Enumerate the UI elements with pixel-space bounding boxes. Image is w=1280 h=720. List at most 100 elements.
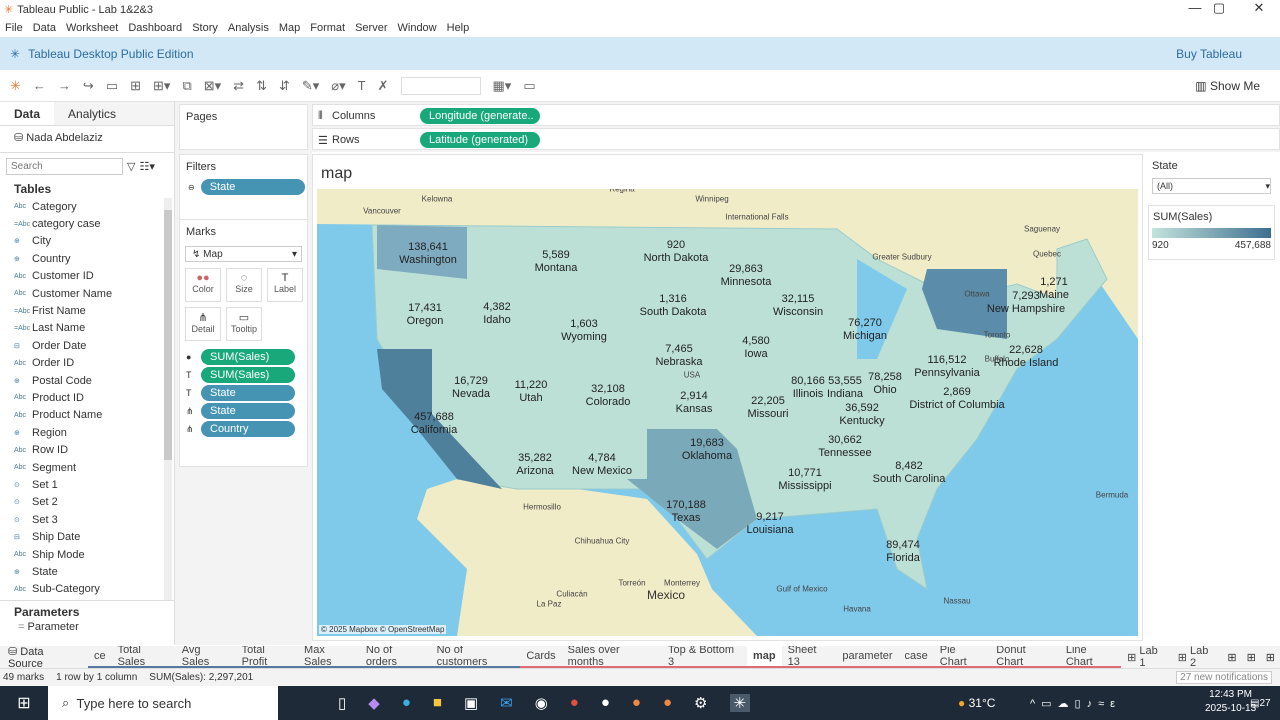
- duplicate-icon[interactable]: ⧉: [182, 78, 191, 94]
- settings-icon[interactable]: ⚙: [694, 694, 707, 712]
- state-label[interactable]: 78,258 Ohio: [868, 371, 902, 397]
- menu-file[interactable]: File: [0, 22, 28, 34]
- tab-analytics[interactable]: Analytics: [54, 102, 174, 125]
- state-label[interactable]: 11,220 Utah: [515, 379, 548, 405]
- state-label[interactable]: 2,914 Kansas: [676, 390, 713, 416]
- field-item[interactable]: ⊙ Set 2: [0, 494, 163, 511]
- columns-shelf[interactable]: ⦀ Columns Longitude (generate..: [312, 104, 1280, 126]
- state-label[interactable]: 1,271 Maine: [1039, 276, 1069, 302]
- menu-data[interactable]: Data: [28, 22, 61, 34]
- field-item[interactable]: Abc Customer ID: [0, 268, 163, 285]
- maximize-button[interactable]: ▢: [1199, 0, 1239, 16]
- copilot-icon[interactable]: ◆: [368, 694, 380, 712]
- data-source-item[interactable]: ⛁ Nada Abdelaziz: [0, 126, 174, 152]
- state-label[interactable]: 35,282 Arizona: [516, 452, 553, 478]
- filter-pill-state[interactable]: State: [200, 179, 305, 195]
- replay-icon[interactable]: ↪: [83, 78, 94, 94]
- field-item[interactable]: ⊕ Region: [0, 424, 163, 441]
- sheet-tab[interactable]: case: [898, 646, 934, 668]
- state-label[interactable]: 53,555 Indiana: [827, 375, 863, 401]
- state-label[interactable]: 76,270 Michigan: [843, 317, 887, 343]
- file-explorer-icon[interactable]: ■: [433, 694, 442, 712]
- data-source-tab[interactable]: ⛁ Data Source: [0, 646, 88, 668]
- sort-desc-icon[interactable]: ⇵: [279, 78, 290, 94]
- mark-pill[interactable]: SUM(Sales): [201, 349, 295, 365]
- map-view[interactable]: Mexico 138,641 Washington 5,589 Montana 920 N…: [317, 189, 1138, 636]
- undo-icon[interactable]: ←: [33, 78, 46, 93]
- state-label[interactable]: 19,683 Oklahoma: [682, 437, 732, 463]
- taskbar-search[interactable]: ⌕ Type here to search: [48, 686, 278, 720]
- state-label[interactable]: 1,603 Wyoming: [561, 318, 607, 344]
- add-datasource-icon[interactable]: ⊞: [130, 78, 141, 94]
- notifications-badge[interactable]: 27 new notifications: [1176, 671, 1272, 684]
- field-item[interactable]: Abc Order ID: [0, 355, 163, 372]
- mark-pill[interactable]: State: [201, 385, 295, 401]
- state-label[interactable]: 1,316 South Dakota: [640, 293, 707, 319]
- state-label[interactable]: 30,662 Tennessee: [818, 434, 871, 460]
- sheet-tab[interactable]: Pie Chart: [933, 646, 991, 668]
- filter-icon[interactable]: ▽: [127, 160, 135, 173]
- menu-story[interactable]: Story: [187, 22, 223, 34]
- sheet-tab[interactable]: parameter: [836, 646, 899, 668]
- field-item[interactable]: Abc Product Name: [0, 407, 163, 424]
- fix-axes-icon[interactable]: ✗: [378, 78, 389, 94]
- field-item[interactable]: ⊟ Ship Date: [0, 528, 163, 545]
- field-item[interactable]: =Abc Frist Name: [0, 302, 163, 319]
- weather[interactable]: ● 31°C: [958, 696, 995, 710]
- dashboard-tab[interactable]: ⊞ Lab 2: [1172, 646, 1223, 668]
- show-labels-icon[interactable]: T: [358, 78, 366, 93]
- state-label[interactable]: 4,382 Idaho: [483, 301, 511, 327]
- state-label[interactable]: 17,431 Oregon: [407, 302, 444, 328]
- sheet-tab[interactable]: Sales over months: [561, 646, 663, 668]
- field-item[interactable]: ⊙ Set 1: [0, 476, 163, 493]
- rows-shelf[interactable]: ☰ Rows Latitude (generated): [312, 128, 1280, 150]
- menu-map[interactable]: Map: [274, 22, 305, 34]
- field-item[interactable]: ⊟ Order Date: [0, 337, 163, 354]
- state-label[interactable]: 116,512 Pennsylvania: [914, 354, 979, 380]
- notification-center-icon[interactable]: ▤27: [1250, 698, 1271, 709]
- close-button[interactable]: ✕: [1239, 0, 1279, 16]
- camera-icon[interactable]: ◉: [535, 694, 548, 712]
- clock-date[interactable]: 2025-10-13: [1205, 702, 1256, 716]
- mark-type-select[interactable]: ↯ Map ▾: [185, 246, 302, 262]
- marks-detail-button[interactable]: ⋔ Detail: [185, 307, 221, 341]
- menu-window[interactable]: Window: [393, 22, 442, 34]
- sheet-tab[interactable]: Donut Chart: [990, 646, 1060, 668]
- cards-icon[interactable]: ▦▾: [493, 78, 512, 94]
- tableau-icon[interactable]: ✳: [10, 78, 21, 94]
- field-item[interactable]: =Abc category case: [0, 215, 163, 232]
- field-search-input[interactable]: [6, 158, 123, 175]
- menu-worksheet[interactable]: Worksheet: [61, 22, 123, 34]
- sheet-tab[interactable]: No of customers: [430, 646, 521, 668]
- fit-select[interactable]: [400, 76, 481, 95]
- menu-analysis[interactable]: Analysis: [223, 22, 274, 34]
- pages-card[interactable]: Pages: [179, 104, 308, 150]
- chrome-icon[interactable]: ●: [632, 694, 641, 712]
- field-item[interactable]: ⊕ City: [0, 233, 163, 250]
- swap-icon[interactable]: ⇄: [233, 78, 244, 94]
- sheet-tab[interactable]: No of orders: [359, 646, 431, 668]
- state-label[interactable]: 457,688 California: [411, 411, 457, 437]
- field-item[interactable]: Abc Product ID: [0, 389, 163, 406]
- state-label[interactable]: 29,863 Minnesota: [721, 263, 772, 289]
- new-dashboard-icon[interactable]: ⊞: [1242, 651, 1261, 664]
- menu-help[interactable]: Help: [442, 22, 475, 34]
- chrome-profile-icon[interactable]: ●: [663, 694, 672, 712]
- state-label[interactable]: 36,592 Kentucky: [839, 402, 884, 428]
- state-label[interactable]: 32,115 Wisconsin: [773, 293, 823, 319]
- menu-dashboard[interactable]: Dashboard: [123, 22, 187, 34]
- field-list-scrollbar[interactable]: [164, 198, 172, 600]
- menu-server[interactable]: Server: [350, 22, 392, 34]
- field-item[interactable]: ⊕ Postal Code: [0, 372, 163, 389]
- marks-size-button[interactable]: ◌ Size: [226, 268, 262, 302]
- parameter-item[interactable]: = Parameter: [0, 621, 174, 633]
- state-label[interactable]: 920 North Dakota: [644, 239, 709, 265]
- state-label[interactable]: 4,580 Iowa: [742, 335, 770, 361]
- field-item[interactable]: Abc Segment: [0, 459, 163, 476]
- new-sheet-icon[interactable]: ⊞▾: [153, 78, 170, 94]
- view-options-icon[interactable]: ☷▾: [139, 160, 154, 173]
- clear-sheet-icon[interactable]: ⊠▾: [204, 78, 221, 94]
- state-label[interactable]: 22,205 Missouri: [748, 395, 789, 421]
- state-label[interactable]: 80,166 Illinois: [791, 375, 825, 401]
- field-item[interactable]: Abc Category: [0, 198, 163, 215]
